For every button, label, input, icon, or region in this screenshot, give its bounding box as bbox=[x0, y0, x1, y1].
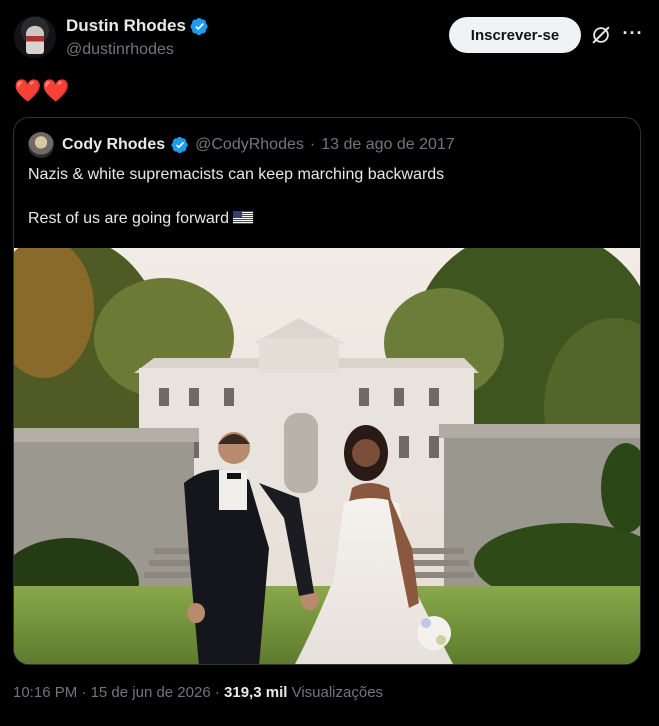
verified-badge-icon bbox=[171, 136, 188, 154]
author-avatar[interactable] bbox=[14, 16, 56, 58]
quoted-text: Nazis & white supremacists can keep marc… bbox=[28, 164, 444, 230]
quoted-line-2: Rest of us are going forward bbox=[28, 208, 444, 230]
quoted-avatar[interactable] bbox=[28, 132, 54, 158]
quoted-handle[interactable]: @CodyRhodes bbox=[195, 136, 304, 154]
tweet-text: ❤️❤️ bbox=[14, 78, 71, 103]
quoted-header: Cody Rhodes @CodyRhodes · 13 de ago de 2… bbox=[28, 132, 455, 158]
quoted-separator: · bbox=[309, 136, 316, 153]
meta-separator: · bbox=[81, 684, 87, 701]
author-name-row[interactable]: Dustin Rhodes bbox=[66, 16, 209, 36]
quoted-line-1: Nazis & white supremacists can keep marc… bbox=[28, 166, 445, 183]
quoted-date[interactable]: 13 de ago de 2017 bbox=[321, 136, 454, 154]
author-display-name[interactable]: Dustin Rhodes bbox=[66, 16, 186, 36]
author-handle[interactable]: @dustinrhodes bbox=[66, 41, 174, 59]
grok-icon[interactable] bbox=[590, 24, 612, 46]
quoted-display-name[interactable]: Cody Rhodes bbox=[62, 136, 165, 154]
views-label: Visualizações bbox=[291, 684, 384, 701]
tweet-date[interactable]: 15 de jun de 2026 bbox=[91, 684, 211, 701]
tweet-meta: 10:16 PM · 15 de jun de 2026 · 319,3 mil… bbox=[13, 684, 383, 701]
verified-badge-icon bbox=[190, 17, 208, 35]
tweet-header: Dustin Rhodes @dustinrhodes Inscrever-se… bbox=[14, 14, 646, 66]
meta-separator: · bbox=[214, 684, 220, 701]
quoted-photo[interactable] bbox=[14, 248, 641, 665]
tweet-time[interactable]: 10:16 PM bbox=[13, 684, 77, 701]
subscribe-button[interactable]: Inscrever-se bbox=[449, 17, 581, 53]
more-options-icon[interactable]: ··· bbox=[622, 24, 644, 46]
us-flag-icon bbox=[233, 211, 253, 224]
quoted-tweet[interactable]: Cody Rhodes @CodyRhodes · 13 de ago de 2… bbox=[13, 117, 641, 665]
views-count: 319,3 mil bbox=[224, 684, 288, 701]
